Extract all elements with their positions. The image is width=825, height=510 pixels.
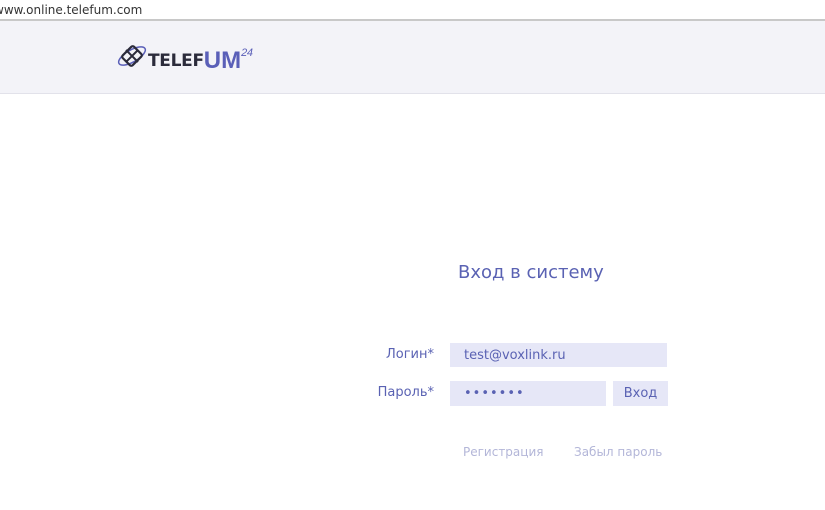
url-text[interactable]: www.online.telefum.com — [0, 3, 142, 17]
login-title: Вход в систему — [458, 262, 604, 283]
logo-superscript: 24 — [241, 47, 253, 59]
password-label: Пароль* — [377, 385, 434, 400]
logo-highlight: UM — [203, 47, 242, 74]
login-button[interactable]: Вход — [613, 381, 668, 406]
password-input[interactable] — [450, 381, 606, 406]
forgot-password-link[interactable]: Забыл пароль — [574, 445, 662, 459]
logo-prefix: Telef — [148, 51, 204, 71]
site-header: TelefUM24 — [0, 21, 825, 94]
login-label: Логин* — [385, 347, 434, 362]
logo-wordmark: TelefUM24 — [148, 45, 253, 74]
telefum-logo[interactable]: TelefUM24 — [116, 36, 286, 76]
browser-address-bar[interactable]: www.online.telefum.com — [0, 0, 825, 21]
satellite-phone-icon — [117, 45, 147, 67]
register-link[interactable]: Регистрация — [463, 445, 543, 459]
login-input[interactable] — [450, 343, 667, 367]
